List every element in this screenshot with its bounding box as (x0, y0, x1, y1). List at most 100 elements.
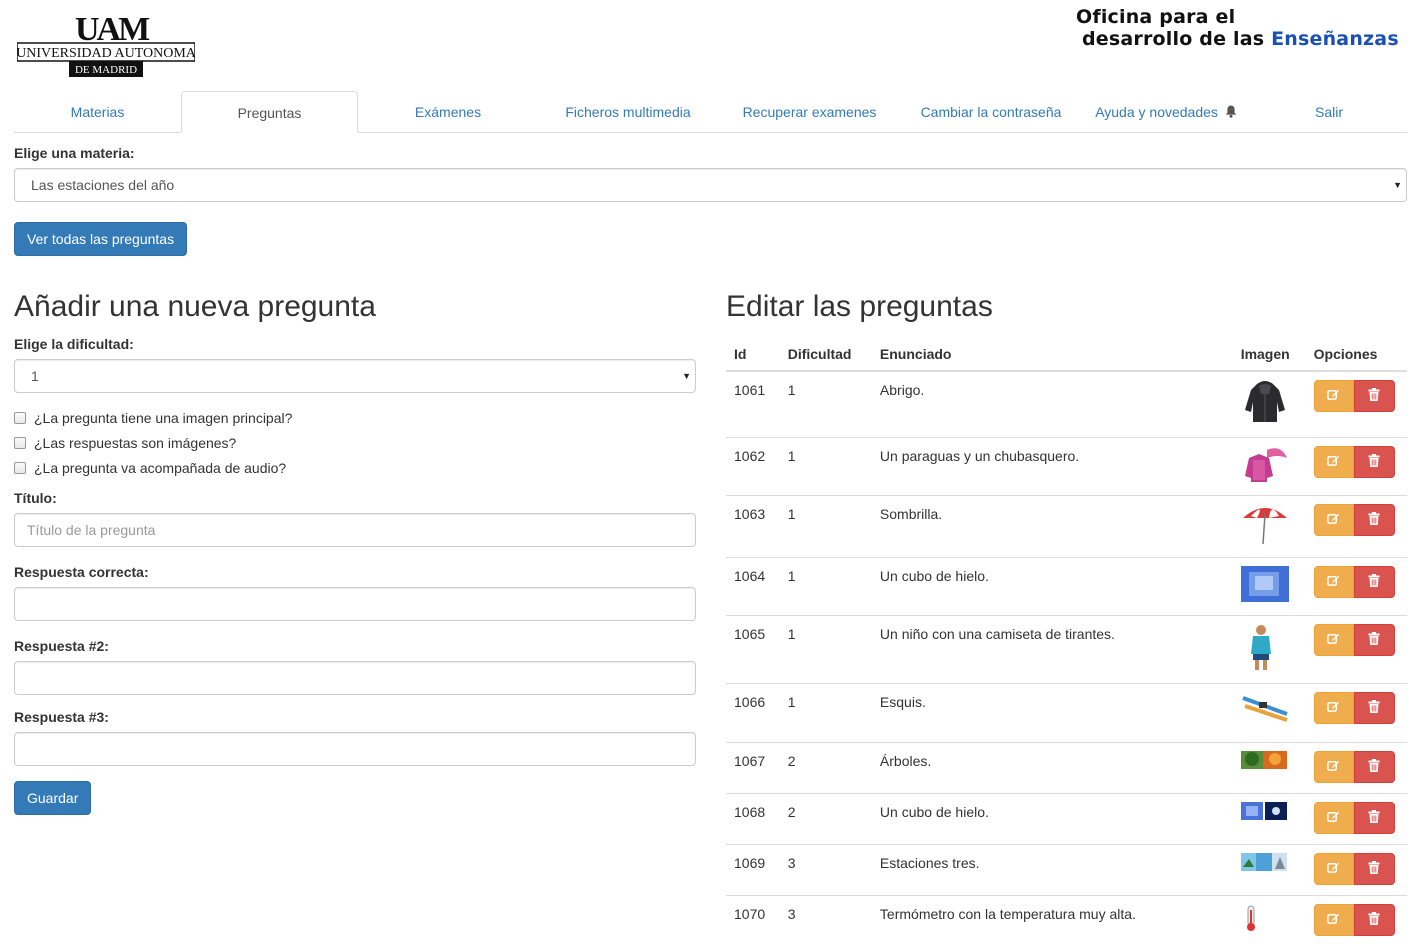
row-image-cell (1232, 615, 1306, 684)
row-difficulty: 2 (779, 793, 872, 845)
correct-answer-label: Respuesta correcta: (14, 564, 149, 580)
delete-button[interactable] (1353, 802, 1395, 834)
row-statement: Estaciones tres. (871, 844, 1233, 896)
delete-button[interactable] (1353, 751, 1395, 783)
col-image: Imagen (1232, 334, 1306, 372)
row-statement: Un cubo de hielo. (871, 793, 1233, 845)
correct-answer-input[interactable] (14, 587, 696, 621)
row-difficulty: 1 (779, 437, 872, 496)
table-row: 1067 2 Árboles. (726, 742, 1407, 794)
beach-umbrella-image (1241, 504, 1298, 549)
row-image-cell (1232, 437, 1306, 496)
table-row: 1069 3 Estaciones tres. (726, 844, 1407, 896)
edit-button[interactable] (1313, 904, 1354, 936)
row-image-cell (1232, 742, 1306, 794)
title-input[interactable]: Título de la pregunta (14, 513, 696, 547)
main-image-checkbox-row[interactable]: ¿La pregunta tiene una imagen principal? (14, 410, 292, 426)
delete-button[interactable] (1353, 380, 1395, 412)
row-options (1305, 557, 1407, 616)
main-image-checkbox[interactable] (14, 412, 26, 424)
delete-button[interactable] (1353, 566, 1395, 598)
answer3-label: Respuesta #3: (14, 709, 109, 725)
edit-button[interactable] (1313, 566, 1354, 598)
table-row: 1064 1 Un cubo de hielo. (726, 557, 1407, 616)
row-statement: Un paraguas y un chubasquero. (871, 437, 1233, 496)
row-options (1305, 437, 1407, 496)
edit-button[interactable] (1313, 624, 1354, 656)
answer2-input[interactable] (14, 661, 696, 695)
tab-recuperar-examenes[interactable]: Recuperar examenes (718, 91, 901, 133)
image-answers-checkbox-row[interactable]: ¿Las respuestas son imágenes? (14, 435, 236, 451)
save-button[interactable]: Guardar (14, 781, 92, 815)
row-difficulty: 1 (779, 495, 872, 558)
trash-icon (1368, 810, 1380, 826)
row-options (1305, 370, 1407, 438)
title-label: Título: (14, 490, 57, 506)
edit-button[interactable] (1313, 446, 1354, 478)
edit-icon (1327, 912, 1340, 928)
tab-ayuda-novedades[interactable]: Ayuda y novedades (1081, 91, 1251, 133)
main-image-checkbox-label: ¿La pregunta tiene una imagen principal? (34, 410, 293, 426)
edit-button[interactable] (1313, 692, 1354, 724)
tab-examenes[interactable]: Exámenes (358, 91, 538, 133)
row-difficulty: 3 (779, 844, 872, 896)
ice-cube-image (1240, 566, 1298, 607)
office-line2-text: desarrollo de las (1082, 28, 1272, 50)
tab-preguntas[interactable]: Preguntas (181, 91, 358, 133)
tab-materias[interactable]: Materias (14, 91, 181, 133)
row-id: 1065 (726, 615, 780, 684)
delete-button[interactable] (1353, 904, 1395, 936)
row-difficulty: 1 (779, 370, 872, 438)
delete-button[interactable] (1353, 446, 1395, 478)
edit-questions-heading: Editar las preguntas (726, 290, 993, 323)
difficulty-select[interactable]: 1 ▼ (14, 359, 696, 393)
audio-checkbox-row[interactable]: ¿La pregunta va acompañada de audio? (14, 460, 286, 476)
tab-ficheros-multimedia[interactable]: Ficheros multimedia (538, 91, 718, 133)
row-statement: Esquis. (871, 683, 1233, 743)
edit-icon (1327, 574, 1340, 590)
bell-icon (1225, 92, 1237, 134)
answer3-input[interactable] (14, 732, 696, 766)
row-options (1305, 844, 1407, 896)
row-statement: Un cubo de hielo. (871, 557, 1233, 616)
edit-icon (1327, 810, 1340, 826)
image-answers-checkbox[interactable] (14, 437, 26, 449)
row-options (1305, 683, 1407, 743)
delete-button[interactable] (1353, 624, 1395, 656)
row-id: 1069 (726, 844, 780, 896)
coat-image (1241, 380, 1298, 429)
delete-button[interactable] (1353, 692, 1395, 724)
tab-salir[interactable]: Salir (1251, 91, 1407, 133)
seasons-image (1240, 853, 1298, 876)
edit-button[interactable] (1313, 802, 1354, 834)
edit-button[interactable] (1313, 504, 1354, 536)
tab-cambiar-contrasena[interactable]: Cambiar la contraseña (901, 91, 1081, 133)
row-options (1305, 615, 1407, 684)
subject-select[interactable]: Las estaciones del año ▼ (14, 168, 1407, 202)
row-difficulty: 1 (779, 683, 872, 743)
edit-icon (1327, 700, 1340, 716)
row-id: 1066 (726, 683, 780, 743)
subject-label: Elige una materia: (14, 145, 135, 161)
view-all-questions-button[interactable]: Ver todas las preguntas (14, 222, 188, 256)
delete-button[interactable] (1353, 504, 1395, 536)
table-row: 1062 1 Un paraguas y un chubasquero. (726, 437, 1407, 496)
row-difficulty: 3 (779, 895, 872, 947)
trees-image (1240, 751, 1298, 774)
audio-checkbox[interactable] (14, 462, 26, 474)
edit-button[interactable] (1313, 380, 1354, 412)
row-image-cell (1232, 793, 1306, 845)
row-id: 1063 (726, 495, 780, 558)
row-image-cell (1232, 895, 1306, 947)
trash-icon (1368, 912, 1380, 928)
row-id: 1070 (726, 895, 780, 947)
edit-button[interactable] (1313, 751, 1354, 783)
delete-button[interactable] (1353, 853, 1395, 885)
page-header: UAM UNIVERSIDAD AUTONOMA DE MADRID Ofici… (0, 0, 1419, 88)
edit-icon (1327, 388, 1340, 404)
row-statement: Árboles. (871, 742, 1233, 794)
table-row: 1066 1 Esquis. (726, 683, 1407, 743)
row-id: 1064 (726, 557, 780, 616)
edit-button[interactable] (1313, 853, 1354, 885)
edit-icon (1327, 512, 1340, 528)
